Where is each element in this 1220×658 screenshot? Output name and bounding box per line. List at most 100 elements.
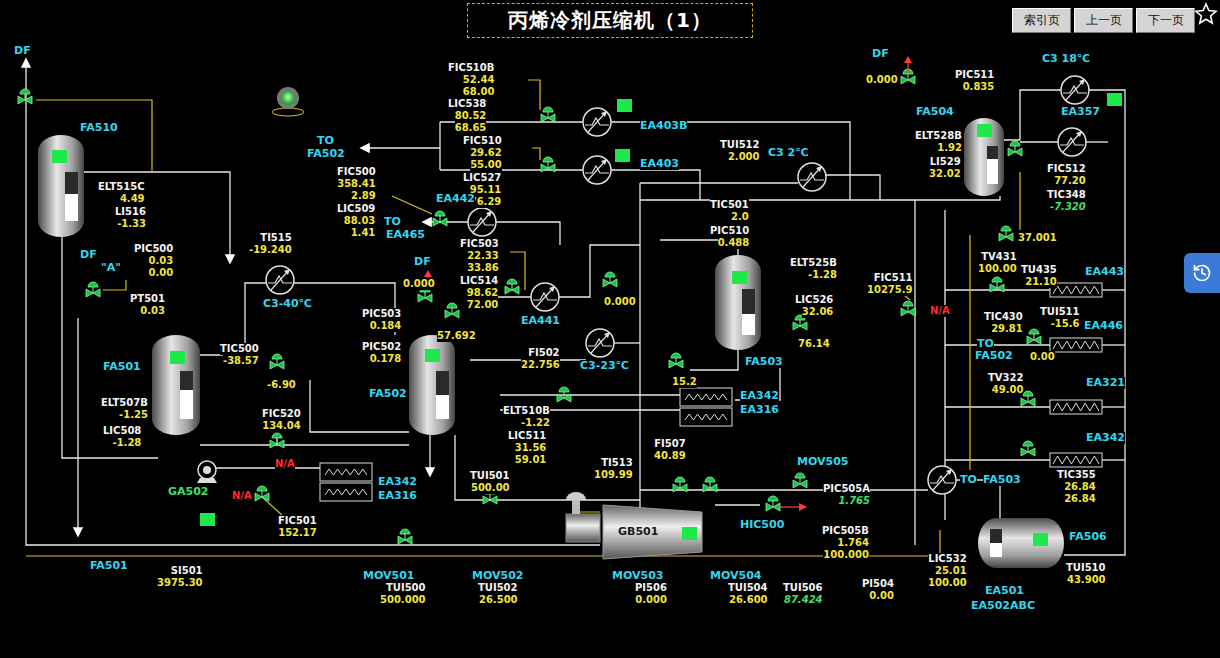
instrument[interactable]: TIC35526.8426.84 — [1057, 469, 1096, 505]
vessel[interactable] — [978, 518, 1064, 568]
instrument[interactable]: PIC505A1.765 — [823, 483, 870, 507]
instrument[interactable]: FIC520134.04 — [262, 408, 301, 432]
instrument-value: 33.86 — [467, 262, 499, 274]
value-label: 76.14 — [798, 338, 830, 350]
instrument[interactable]: PIC5110.835 — [955, 69, 994, 93]
instrument[interactable]: FI50740.89 — [654, 438, 686, 462]
nav-button[interactable]: 上一页 — [1074, 8, 1133, 33]
valve-icon[interactable] — [603, 272, 617, 287]
instrument[interactable]: ELT507B-1.25 — [101, 397, 148, 421]
valve-icon[interactable] — [433, 211, 447, 226]
vessel[interactable] — [715, 255, 761, 350]
instrument[interactable]: SI5013975.30 — [157, 565, 203, 589]
star-icon[interactable] — [1194, 2, 1218, 26]
instrument[interactable]: PT5010.03 — [130, 293, 165, 317]
valve-icon[interactable] — [793, 473, 807, 488]
instrument[interactable]: TV431100.00 — [978, 251, 1017, 275]
instrument[interactable]: TUI51043.900 — [1066, 562, 1106, 586]
instrument[interactable]: TIC5012.0 — [710, 199, 749, 223]
instrument[interactable]: PIC505B1.764100.000 — [822, 525, 869, 561]
valve-icon[interactable] — [255, 486, 269, 501]
instrument[interactable]: PI5040.00 — [862, 578, 894, 602]
instrument[interactable]: PIC5020.178 — [362, 341, 401, 365]
instrument[interactable]: TIC500-38.57 — [220, 343, 259, 367]
instrument[interactable]: LI52932.02 — [929, 156, 961, 180]
instrument[interactable]: TUI50226.500 — [478, 582, 518, 606]
instrument[interactable]: TUI500500.000 — [380, 582, 426, 606]
instrument[interactable]: FIC51277.20 — [1047, 163, 1086, 187]
valve-icon[interactable] — [766, 496, 780, 511]
valve-icon[interactable] — [1008, 141, 1022, 156]
equipment-label: TO — [317, 135, 334, 147]
instrument[interactable]: TUI50687.424 — [783, 582, 823, 606]
instrument[interactable]: FIC51029.6255.00 — [463, 135, 502, 171]
instrument-value: 0.184 — [370, 320, 402, 332]
valve-icon[interactable] — [669, 353, 683, 368]
valve-icon[interactable] — [398, 529, 412, 544]
valve-icon[interactable] — [1021, 441, 1035, 456]
valve-icon[interactable] — [673, 477, 687, 492]
instrument-value: 80.52 — [455, 110, 487, 122]
heat-exchanger-icon — [928, 466, 956, 494]
valve-icon[interactable] — [18, 89, 32, 104]
instrument[interactable]: FIC500358.412.89 — [337, 166, 376, 202]
valve-icon[interactable] — [541, 107, 555, 122]
instrument[interactable]: PIC5100.488 — [710, 225, 749, 249]
instrument[interactable]: TIC43029.81 — [984, 311, 1023, 335]
instrument[interactable]: LIC52632.06 — [795, 294, 833, 318]
instrument[interactable]: TUI501500.00 — [470, 470, 510, 494]
instrument-value: 500.000 — [380, 594, 426, 606]
pipe-line — [611, 170, 700, 200]
instrument[interactable]: LIC50988.031.41 — [337, 203, 375, 239]
instrument[interactable]: ELT515C4.49 — [98, 181, 145, 205]
instrument[interactable]: ELT528B1.92 — [915, 130, 962, 154]
instrument[interactable]: ELT510B-1.22 — [503, 405, 550, 429]
valve-icon[interactable] — [505, 279, 519, 294]
instrument[interactable]: TUI511-15.6 — [1040, 306, 1080, 330]
instrument[interactable]: TUI50426.600 — [728, 582, 768, 606]
instrument[interactable]: LIC53225.01100.00 — [928, 553, 967, 589]
valve-icon[interactable] — [901, 301, 915, 316]
heat-exchanger-icon — [583, 156, 611, 184]
instrument[interactable]: LIC51131.5659.01 — [508, 430, 546, 466]
instrument[interactable]: PI5060.000 — [635, 582, 667, 606]
instrument[interactable]: ELT525B-1.28 — [790, 257, 837, 281]
valve-icon[interactable] — [999, 226, 1013, 241]
signal-line — [262, 497, 282, 515]
instrument[interactable]: LIC53880.5268.65 — [448, 98, 486, 134]
valve-icon[interactable] — [990, 277, 1004, 292]
valve-icon[interactable] — [703, 477, 717, 492]
instrument-tag: PI506 — [635, 582, 667, 594]
pipe-line — [440, 169, 583, 170]
valve-icon[interactable] — [86, 282, 100, 297]
nav-button[interactable]: 下一页 — [1136, 8, 1195, 33]
instrument-value: 0.178 — [370, 353, 402, 365]
instrument[interactable]: TV32249.00 — [988, 372, 1023, 396]
valve-icon[interactable] — [270, 433, 284, 448]
instrument[interactable]: TI515-19.240 — [249, 232, 292, 256]
valve-icon[interactable] — [1027, 329, 1041, 344]
instrument[interactable]: TI513109.99 — [594, 457, 633, 481]
instrument[interactable]: LIC51498.6272.00 — [460, 275, 498, 311]
nav-button[interactable]: 索引页 — [1012, 8, 1071, 33]
valve-icon[interactable] — [445, 303, 459, 318]
instrument[interactable]: PIC5000.030.00 — [134, 243, 173, 279]
instrument[interactable]: TIC348-7.320 — [1047, 189, 1086, 213]
instrument[interactable]: FIC510B52.4468.00 — [448, 62, 494, 98]
cooler-coil-icon — [1050, 338, 1102, 352]
instrument[interactable]: LIC508-1.28 — [103, 425, 141, 449]
instrument[interactable]: FIC50322.3333.86 — [460, 238, 499, 274]
instrument[interactable]: FIC501152.17 — [278, 515, 317, 539]
instrument[interactable]: FI50222.756 — [521, 347, 560, 371]
valve-icon[interactable] — [270, 354, 284, 369]
instrument[interactable]: TU43521.10 — [1021, 264, 1057, 288]
history-button[interactable] — [1184, 253, 1220, 293]
valve-icon[interactable] — [557, 387, 571, 402]
instrument[interactable]: TUI5122.000 — [720, 139, 760, 163]
instrument-tag: TUI500 — [386, 582, 426, 594]
instrument[interactable]: LI516-1.33 — [115, 206, 146, 230]
instrument[interactable]: FIC51110275.9 — [867, 272, 913, 296]
valve-icon[interactable] — [541, 157, 555, 172]
instrument[interactable]: PIC5030.184 — [362, 308, 401, 332]
vessel[interactable] — [152, 335, 200, 435]
